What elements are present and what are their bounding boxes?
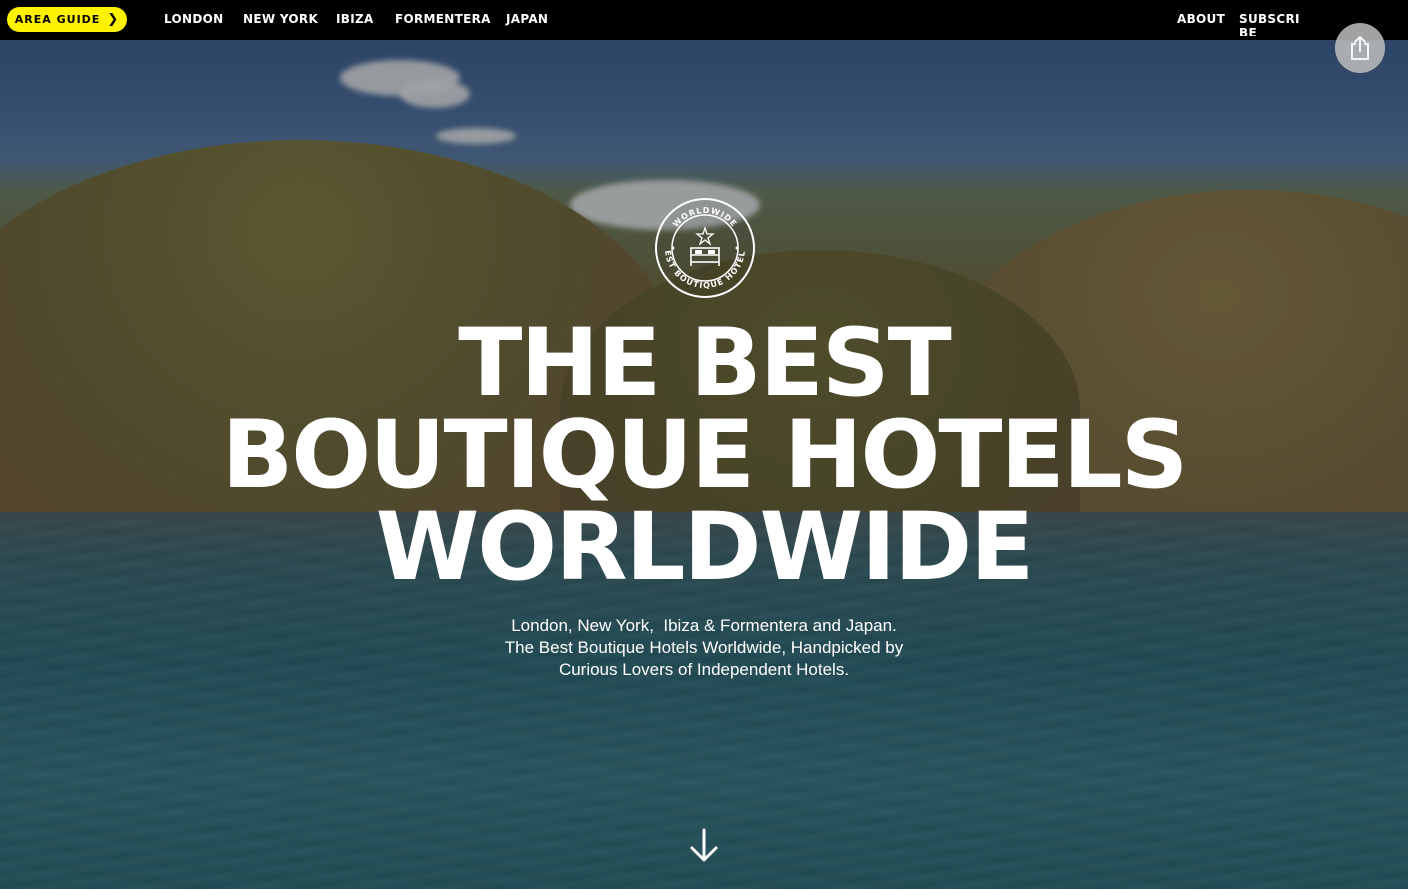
share-button[interactable] [1335, 23, 1385, 73]
nav-item-japan[interactable]: JAPAN [506, 12, 548, 26]
headline-line-3: WORLDWIDE [375, 493, 1035, 602]
hero-headline: THE BEST BOUTIQUE HOTELS WORLDWIDE [0, 309, 1408, 602]
nav-item-london[interactable]: LONDON [164, 12, 223, 26]
area-guide-button[interactable]: AREA GUIDE ❯ [7, 7, 127, 32]
headline-line-1: THE BEST [458, 309, 951, 418]
chevron-right-icon: ❯ [107, 11, 120, 27]
hero-description-line-3: Curious Lovers of Independent Hotels. [558, 660, 850, 679]
nav-item-about[interactable]: ABOUT [1177, 12, 1225, 26]
nav-item-formentera[interactable]: FORMENTERA [395, 12, 491, 26]
top-navigation-bar: AREA GUIDE ❯ LONDON NEW YORK IBIZA FORME… [0, 0, 1408, 40]
arrow-down-icon[interactable] [688, 828, 720, 864]
area-guide-label: AREA GUIDE [14, 13, 101, 26]
nav-item-ibiza[interactable]: IBIZA [336, 12, 374, 26]
nav-item-new-york[interactable]: NEW YORK [243, 12, 318, 26]
hero-description-line-1: London, New York, Ibiza & Formentera and… [511, 616, 897, 635]
hero-description-line-2: The Best Boutique Hotels Worldwide, Hand… [504, 638, 904, 657]
share-icon [1351, 36, 1369, 60]
nav-item-subscribe[interactable]: SUBSCRIBE [1239, 12, 1305, 36]
headline-line-2: BOUTIQUE HOTELS [221, 401, 1189, 510]
hero-description: London, New York, Ibiza & Formentera and… [404, 615, 1004, 681]
best-boutique-hotels-seal-logo: WORLDWIDE BEST BOUTIQUE HOTELS [654, 197, 755, 298]
